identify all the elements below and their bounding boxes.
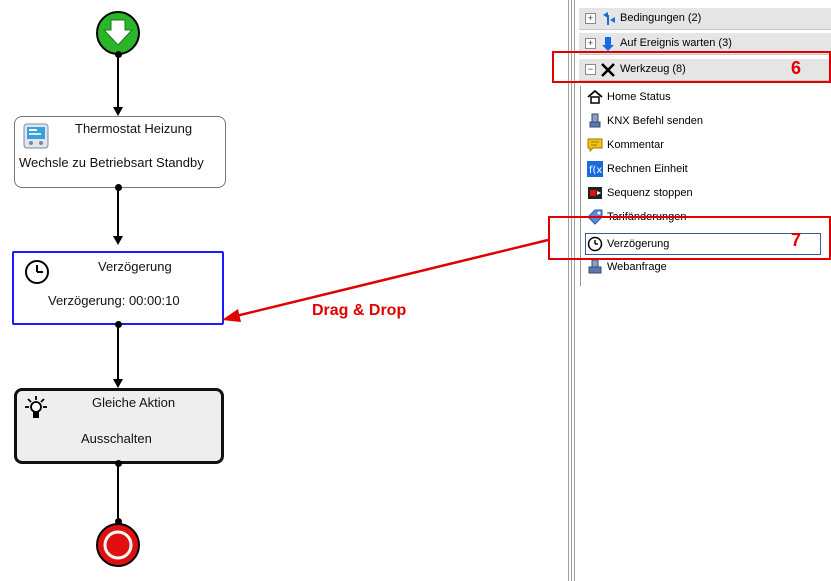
splitter-line[interactable]	[568, 0, 569, 581]
web-request-icon	[588, 259, 602, 274]
svg-text:f(x): f(x)	[589, 165, 603, 176]
toolbox-panel	[568, 0, 831, 581]
stop-sequence-icon	[588, 187, 602, 199]
home-icon	[587, 89, 603, 104]
group-label: Auf Ereignis warten (3)	[620, 37, 732, 49]
callout-number-6: 6	[791, 58, 802, 78]
expand-icon[interactable]: +	[585, 38, 596, 49]
tool-item-label: Home Status	[607, 91, 671, 103]
knx-icon	[589, 113, 601, 128]
tool-item-label: Rechnen Einheit	[607, 163, 688, 175]
tool-item-label: Kommentar	[607, 139, 664, 151]
conditions-icon	[603, 12, 615, 25]
tool-item-label: Sequenz stoppen	[607, 187, 693, 199]
comment-icon	[587, 138, 603, 153]
group-label: Bedingungen (2)	[620, 12, 702, 24]
splitter-line[interactable]	[574, 0, 575, 581]
group-conditions[interactable]: + Bedingungen (2)	[579, 8, 831, 30]
calculate-icon: f(x)	[587, 161, 603, 177]
callout-box-tools-group	[552, 51, 831, 83]
splitter-line[interactable]	[571, 0, 572, 581]
callout-box-delay-item	[548, 216, 831, 260]
tool-item-label: Webanfrage	[607, 261, 667, 273]
callout-number-7: 7	[791, 230, 802, 250]
expand-icon[interactable]: +	[585, 13, 596, 24]
wait-event-icon	[602, 37, 614, 51]
tool-item-label: KNX Befehl senden	[607, 115, 704, 127]
